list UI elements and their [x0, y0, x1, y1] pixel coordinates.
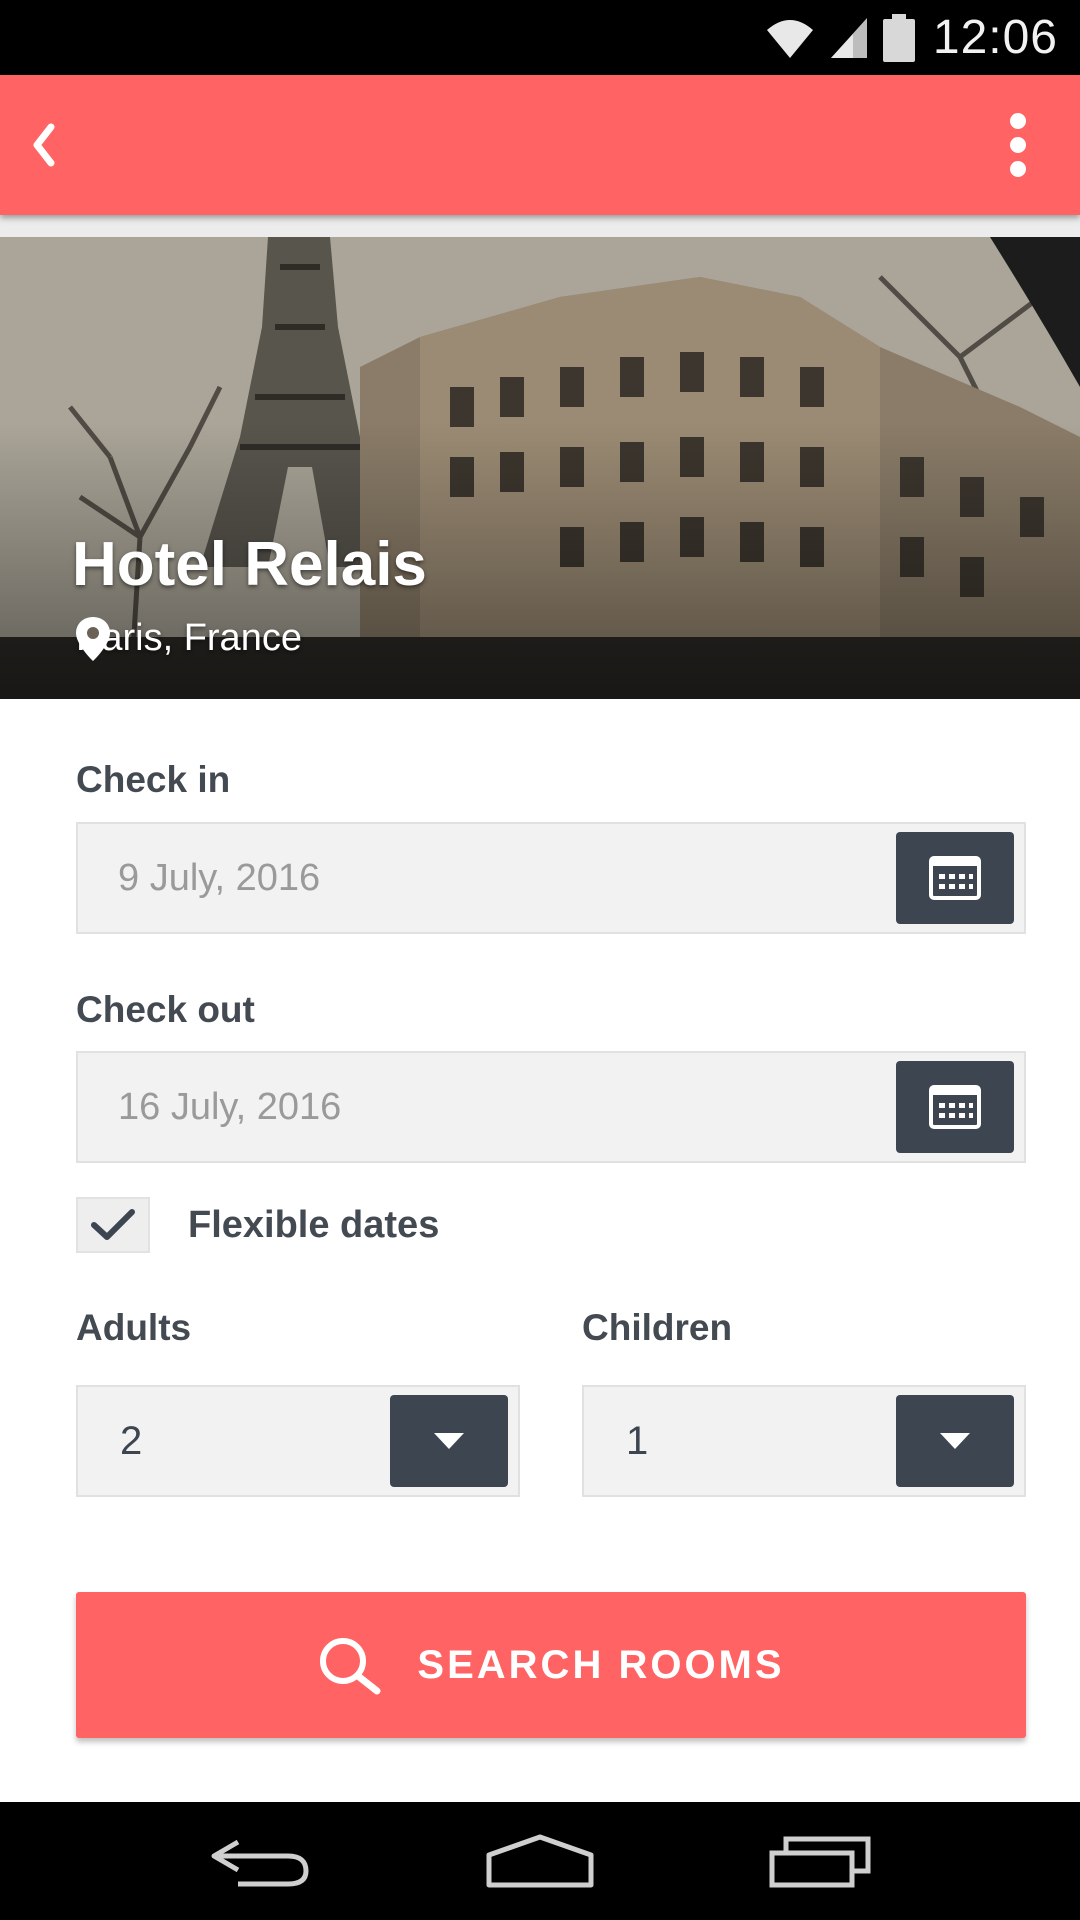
- flexible-dates-label: Flexible dates: [188, 1203, 440, 1246]
- search-icon: [320, 1638, 381, 1695]
- flexible-dates-checkbox[interactable]: [76, 1197, 150, 1253]
- status-time: 12:06: [932, 11, 1058, 64]
- adults-dropdown-button[interactable]: [390, 1395, 508, 1487]
- wifi-icon: [766, 19, 813, 58]
- caret-down-icon: [940, 1433, 970, 1449]
- search-rooms-button[interactable]: SEARCH ROOMS: [76, 1592, 1026, 1738]
- check-in-label: Check in: [76, 759, 231, 800]
- nav-home-button[interactable]: [485, 1821, 595, 1901]
- overflow-menu-dot: [1010, 161, 1026, 177]
- children-select[interactable]: 1: [582, 1385, 1026, 1497]
- home-nav-icon: [486, 1834, 594, 1888]
- children-label: Children: [582, 1307, 733, 1348]
- overflow-menu-button[interactable]: [1000, 113, 1036, 177]
- check-out-label: Check out: [76, 989, 255, 1030]
- check-in-field[interactable]: 9 July, 2016: [76, 822, 1026, 934]
- check-out-value: 16 July, 2016: [118, 1086, 342, 1128]
- check-in-calendar-button[interactable]: [896, 832, 1014, 924]
- overflow-menu-dot: [1010, 137, 1026, 153]
- nav-recents-button[interactable]: [765, 1821, 875, 1901]
- signal-icon: [830, 17, 867, 58]
- hotel-name: Hotel Relais: [72, 530, 427, 599]
- battery-icon: [882, 13, 915, 62]
- search-rooms-label: SEARCH ROOMS: [417, 1642, 785, 1687]
- status-bar: 12:06: [0, 0, 1080, 75]
- content-area: Hotel Relais Paris, France Check in 9 Ju…: [0, 215, 1080, 1802]
- booking-card: Hotel Relais Paris, France Check in 9 Ju…: [0, 237, 1080, 1802]
- hotel-location: Paris, France: [76, 617, 302, 661]
- back-nav-icon: [211, 1839, 309, 1887]
- children-dropdown-button[interactable]: [896, 1395, 1014, 1487]
- flexible-dates-row: Flexible dates: [76, 1197, 439, 1253]
- check-out-calendar-button[interactable]: [896, 1061, 1014, 1153]
- nav-back-button[interactable]: [205, 1821, 315, 1901]
- hotel-hero-image: Hotel Relais Paris, France: [0, 237, 1080, 699]
- check-out-field[interactable]: 16 July, 2016: [76, 1051, 1026, 1163]
- adults-value: 2: [120, 1419, 143, 1463]
- children-value: 1: [626, 1419, 649, 1463]
- calendar-icon: [929, 1085, 981, 1129]
- system-nav-bar: [0, 1802, 1080, 1920]
- adults-select[interactable]: 2: [76, 1385, 520, 1497]
- recents-nav-icon: [769, 1836, 871, 1888]
- caret-down-icon: [434, 1433, 464, 1449]
- check-in-value: 9 July, 2016: [118, 857, 321, 899]
- status-icons: [765, 13, 915, 62]
- adults-label: Adults: [76, 1307, 192, 1348]
- map-pin-icon: [76, 617, 110, 661]
- app-bar: [0, 75, 1080, 215]
- chevron-left-icon: [33, 123, 55, 167]
- checkmark-icon: [91, 1209, 135, 1240]
- back-button[interactable]: [4, 103, 84, 187]
- calendar-icon: [929, 856, 981, 900]
- overflow-menu-icon: [1010, 113, 1026, 129]
- screen: 12:06 Hotel Relais Paris, France Check i…: [0, 0, 1080, 1920]
